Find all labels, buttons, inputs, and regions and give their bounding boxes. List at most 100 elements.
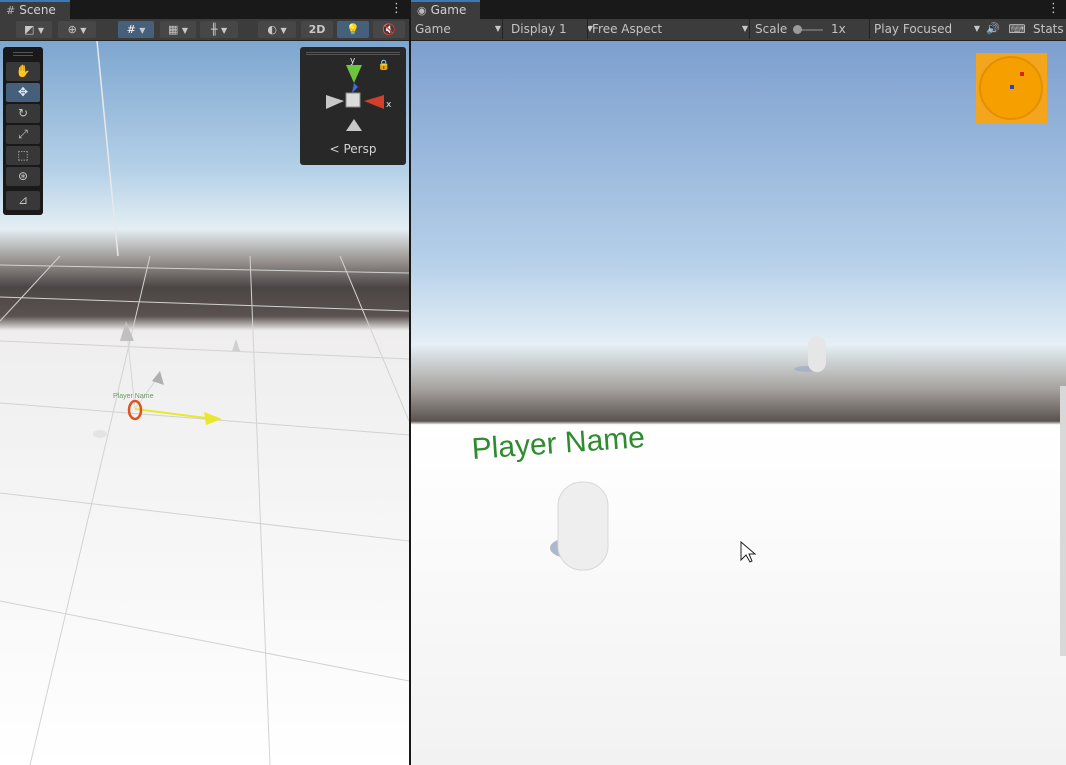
gizmo-center-cube[interactable] xyxy=(345,92,361,108)
chevron-down-icon: ▼ xyxy=(37,26,45,35)
scene-toolbar: ◩ ▼ ⊕ ▼ # ▼ ▦ ▼ ╫ ▼ ◐ ▼ 2D 💡 🔇 xyxy=(0,19,409,41)
speaker-icon: 🔊 xyxy=(986,22,1000,35)
mute-audio-toggle[interactable]: 🔊 xyxy=(983,19,1003,39)
chevron-down-icon: ▼ xyxy=(973,24,980,33)
scene-panel: #Scene ⋮ ◩ ▼ ⊕ ▼ # ▼ ▦ ▼ ╫ ▼ ◐ ▼ 2D 💡 🔇 xyxy=(0,0,409,765)
scene-viewport[interactable]: Player Name ✋ ✥ ↻ ⤢ ⬚ ⊛ ⊿ 🔒 y x < Persp xyxy=(0,41,409,765)
play-mode-label: Play Focused xyxy=(874,22,953,36)
scale-label: Scale xyxy=(755,22,788,36)
draw-mode-dropdown[interactable]: ◩ ▼ xyxy=(16,21,52,38)
hand-icon: ✋ xyxy=(15,64,31,78)
game-viewport[interactable]: Player Name xyxy=(411,41,1066,765)
scale-icon: ⤢ xyxy=(18,127,28,141)
scale-slider-group: Scale 1x xyxy=(749,19,873,39)
orientation-gizmo: 🔒 y x < Persp xyxy=(300,47,406,165)
scale-value: 1x xyxy=(830,22,846,36)
gizmo-x-label: x xyxy=(386,100,392,110)
grid-icon: ▦ xyxy=(167,23,179,36)
scale-slider-thumb[interactable] xyxy=(793,24,803,34)
game-mode-label: Game xyxy=(415,22,451,36)
scene-grid-icon: # xyxy=(6,4,16,17)
tool-palette-grip[interactable] xyxy=(13,52,33,56)
tab-game-label: Game xyxy=(430,3,467,17)
aspect-dropdown[interactable]: Free Aspect ▼ xyxy=(587,19,750,39)
aspect-label: Free Aspect xyxy=(592,22,663,36)
lightbulb-icon: 💡 xyxy=(346,23,360,36)
audio-mute-icon: 🔇 xyxy=(382,23,396,36)
npc-capsule[interactable] xyxy=(808,336,826,372)
display-label: Display 1 xyxy=(511,22,567,36)
display-dropdown[interactable]: Display 1 ▼ xyxy=(502,19,595,39)
move-gizmo-x-arrow[interactable] xyxy=(204,412,222,425)
hand-tool[interactable]: ✋ xyxy=(6,62,40,81)
rotate-tool[interactable]: ↻ xyxy=(6,104,40,123)
game-mode-dropdown[interactable]: Game ▼ xyxy=(411,19,503,39)
chevron-down-icon: ▼ xyxy=(181,26,189,35)
move-tool[interactable]: ✥ xyxy=(6,83,40,102)
custom-tool-icon: ⊿ xyxy=(17,193,29,207)
game-scene-objects xyxy=(550,336,826,571)
gizmo-z-cone[interactable] xyxy=(352,83,358,93)
scene-player-label: Player Name xyxy=(113,393,154,400)
keyboard-icon: ⌨ xyxy=(1008,22,1026,36)
increment-snap-dropdown[interactable]: ╫ ▼ xyxy=(200,21,238,38)
gizmo-x-cone[interactable] xyxy=(364,95,384,109)
play-mode-dropdown[interactable]: Play Focused ▼ xyxy=(869,19,982,39)
gizmo-y-cone[interactable] xyxy=(346,65,362,83)
transform-icon: ⊛ xyxy=(17,169,29,183)
gizmo-y-label: y xyxy=(350,56,356,66)
persp-label: Persp xyxy=(343,142,377,156)
lighting-toggle[interactable]: 💡 xyxy=(337,21,369,38)
snap-grid-toggle[interactable]: # ▼ xyxy=(118,21,154,38)
minimap-drawing xyxy=(979,56,1043,120)
scene-view-options-dropdown[interactable]: ⊕ ▼ xyxy=(58,21,96,38)
sphere-icon: ◐ xyxy=(267,23,277,36)
grid-snap-icon: # xyxy=(126,23,136,36)
gamepad-icon: ◉ xyxy=(417,4,427,17)
gizmo-neg-x-cone[interactable] xyxy=(326,95,344,109)
scene-y-axis-line xyxy=(96,41,119,257)
gizmo-neg-y-cone[interactable] xyxy=(346,119,362,131)
transform-tool[interactable]: ⊛ xyxy=(6,167,40,186)
mouse-cursor-icon xyxy=(740,540,757,563)
stats-toggle[interactable]: Stats xyxy=(1033,19,1066,39)
player-capsule[interactable] xyxy=(557,481,609,571)
shading-mode-dropdown[interactable]: ◐ ▼ xyxy=(258,21,296,38)
game-toolbar: Game ▼ Display 1 ▼ Free Aspect ▼ Scale 1… xyxy=(411,19,1066,41)
rect-icon: ⬚ xyxy=(17,148,29,162)
chevron-down-icon: ▼ xyxy=(741,24,748,33)
custom-tool[interactable]: ⊿ xyxy=(6,191,40,210)
shortcuts-toggle[interactable]: ⌨ xyxy=(1007,19,1027,39)
globe-icon: ⊕ xyxy=(67,23,77,36)
rect-tool[interactable]: ⬚ xyxy=(6,146,40,165)
scene-tabbar: # Scene ⋮ xyxy=(0,0,409,19)
scale-slider[interactable] xyxy=(793,24,824,34)
tab-scene-label: Scene xyxy=(19,3,56,17)
scene-grid-lines xyxy=(0,255,409,765)
game-tabbar: ◉ Game ⋮ xyxy=(411,0,1066,19)
scene-npc-capsule[interactable] xyxy=(232,339,240,351)
ruler-icon: ╫ xyxy=(210,23,218,36)
chevron-down-icon: ▼ xyxy=(139,26,146,35)
axis-gizmo[interactable]: y x xyxy=(300,53,406,143)
tab-scene[interactable]: # Scene xyxy=(0,0,70,19)
game-more-options-icon[interactable]: ⋮ xyxy=(1047,1,1060,17)
audio-toggle[interactable]: 🔇 xyxy=(373,21,405,38)
minimap xyxy=(976,53,1047,124)
scene-more-options-icon[interactable]: ⋮ xyxy=(390,1,403,17)
chevron-down-icon: ▼ xyxy=(280,26,287,35)
minimap-enemy-marker xyxy=(1020,72,1024,76)
draw-mode-icon: ◩ xyxy=(23,23,35,36)
persp-chevron-icon: < xyxy=(329,142,340,156)
game-panel: ◉ Game ⋮ Game ▼ Display 1 ▼ Free Aspect ▼… xyxy=(411,0,1066,765)
rotate-icon: ↻ xyxy=(17,106,29,120)
game-scrollbar[interactable] xyxy=(1060,386,1066,656)
grid-visibility-dropdown[interactable]: ▦ ▼ xyxy=(160,21,196,38)
scale-tool[interactable]: ⤢ xyxy=(6,125,40,144)
minimap-player-marker xyxy=(1010,85,1014,89)
2d-toggle[interactable]: 2D xyxy=(301,21,333,38)
chevron-down-icon: ▼ xyxy=(494,24,501,33)
chevron-down-icon: ▼ xyxy=(220,26,228,35)
persp-toggle[interactable]: < Persp xyxy=(300,142,406,156)
tab-game[interactable]: ◉ Game xyxy=(411,0,481,19)
